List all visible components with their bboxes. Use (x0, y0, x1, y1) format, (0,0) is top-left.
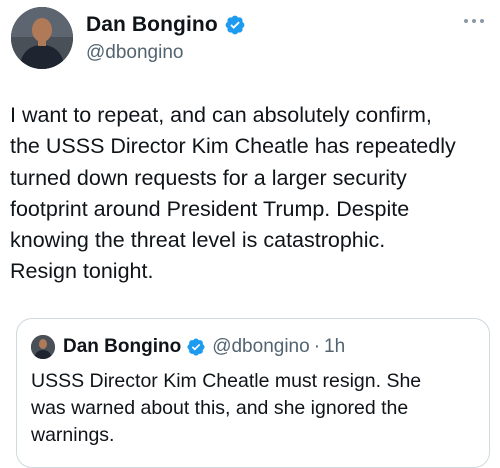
more-options-icon[interactable] (464, 14, 484, 28)
quoted-tweet-header: Dan Bongino @dbongino · 1h (31, 335, 345, 359)
tweet-text-line: turned down requests for a larger securi… (10, 165, 407, 190)
tweet-text-line: knowing the threat level is catastrophic… (10, 228, 386, 253)
quoted-tweet-text: USSS Director Kim Cheatle must resign. S… (31, 368, 481, 449)
tweet-card[interactable]: Dan Bongino @dbongino I want to repeat, … (0, 0, 500, 468)
quoted-separator-dot: · (313, 336, 321, 357)
verified-badge-icon (186, 337, 206, 357)
quoted-text-line: warnings. (31, 424, 115, 446)
tweet-text-line: Resign tonight. (10, 259, 154, 284)
tweet-text: I want to repeat, and can absolutely con… (10, 100, 492, 288)
quoted-author-avatar (31, 335, 55, 359)
verified-badge-icon (224, 14, 246, 36)
quoted-timestamp[interactable]: 1h (324, 336, 345, 358)
quoted-author-handle: @dbongino (212, 336, 310, 357)
quoted-text-line: USSS Director Kim Cheatle must resign. S… (31, 370, 422, 392)
tweet-text-line: I want to repeat, and can absolutely con… (10, 103, 432, 127)
quoted-text-line: was warned about this, and she ignored t… (31, 397, 409, 419)
tweet-text-line: footprint around President Trump. Despit… (10, 196, 410, 221)
author-handle[interactable]: @dbongino (86, 42, 183, 64)
quoted-author-display-name: Dan Bongino (63, 336, 182, 357)
author-avatar[interactable] (11, 7, 73, 69)
author-display-name[interactable]: Dan Bongino (86, 13, 218, 37)
quoted-tweet-card[interactable]: Dan Bongino @dbongino · 1h USSS Director… (16, 318, 490, 468)
tweet-text-line: the USSS Director Kim Cheatle has repeat… (10, 134, 456, 159)
author-name-row: Dan Bongino (86, 12, 246, 38)
